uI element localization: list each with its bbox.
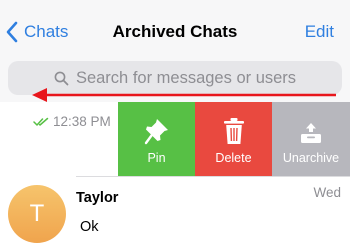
message-status: 12:38 PM [33,114,111,129]
message-date: Wed [313,185,341,200]
message-time: 12:38 PM [53,114,111,129]
swipe-actions: Pin Delete Unarchive [118,102,350,176]
double-check-icon [33,117,49,126]
unarchive-icon [301,123,321,143]
contact-name: Taylor [76,190,119,206]
pin-label: Pin [147,151,166,165]
delete-button[interactable]: Delete [195,102,272,176]
trash-icon [223,118,244,144]
search-input[interactable]: Search for messages or users [8,61,342,95]
edit-button[interactable]: Edit [305,22,334,42]
search-bar-container: Search for messages or users [0,58,350,102]
search-icon [54,71,69,85]
chat-row-taylor[interactable]: T Taylor Ok Wed [0,177,350,246]
unarchive-button[interactable]: Unarchive [272,102,350,176]
delete-label: Delete [215,151,252,165]
pin-icon [144,119,168,145]
navigation-bar: Chats Archived Chats Edit [0,0,350,58]
pin-button[interactable]: Pin [118,102,195,176]
last-message: Ok [80,219,99,235]
avatar: T [8,185,66,243]
unarchive-label: Unarchive [282,151,340,165]
page-title: Archived Chats [112,22,238,41]
search-placeholder: Search for messages or users [75,68,297,87]
